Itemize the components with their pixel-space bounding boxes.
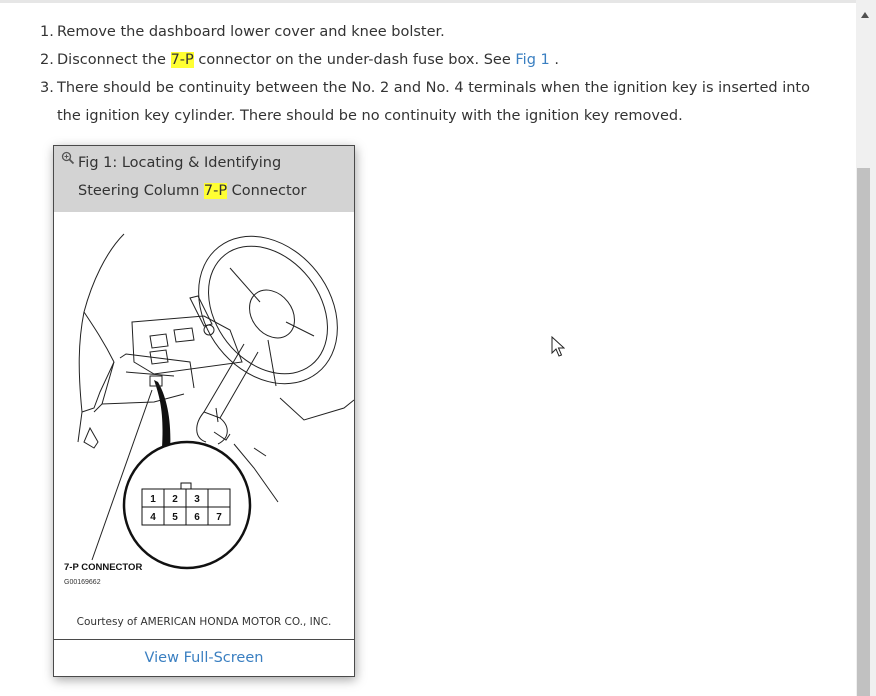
step-2: 2. Disconnect the 7-P connector on the u… [40,46,817,74]
step-1: 1. Remove the dashboard lower cover and … [40,18,817,46]
scrollbar-thumb[interactable] [857,168,870,696]
step-text: connector on the under-dash fuse box. Se… [193,52,516,68]
step-number: 1. [40,24,54,40]
pin-label: 1 [150,494,156,505]
pin-label: 5 [172,512,178,523]
image-code: G00169662 [64,579,101,586]
pin-label: 4 [150,512,156,523]
figure-title: Fig 1: Locating & Identifying Steering C… [78,149,338,205]
steering-column-diagram[interactable]: 1 2 3 4 5 6 7 7-P CONNECTOR G00169662 [54,212,354,608]
figure-header: Fig 1: Locating & Identifying Steering C… [54,146,354,212]
search-highlight: 7-P [170,52,194,68]
figure-courtesy: Courtesy of AMERICAN HONDA MOTOR CO., IN… [76,616,332,628]
step-number: 2. [40,52,54,68]
view-full-screen-button[interactable]: View Full-Screen [54,640,354,676]
fig-1-link[interactable]: Fig 1 [515,52,549,68]
connector-label: 7-P CONNECTOR [64,562,142,573]
step-text: Disconnect the [57,52,171,68]
step-number: 3. [40,80,54,96]
step-text: Remove the dashboard lower cover and kne… [57,24,445,40]
figure-title-text: Connector [227,183,307,199]
article-content: 1. Remove the dashboard lower cover and … [0,0,856,696]
step-text: There should be continuity between the N… [57,80,810,124]
procedure-steps: 1. Remove the dashboard lower cover and … [40,18,817,130]
pin-label: 6 [194,512,200,523]
pin-label: 7 [216,512,222,523]
step-text: . [549,52,559,68]
mouse-pointer-icon [551,336,565,357]
pin-label: 3 [194,494,200,505]
zoom-in-icon[interactable] [61,151,75,165]
figure-card: Fig 1: Locating & Identifying Steering C… [53,145,355,677]
pin-label: 2 [172,494,178,505]
search-highlight: 7-P [203,183,228,199]
step-3: 3. There should be continuity between th… [40,74,817,130]
vertical-scrollbar[interactable] [856,0,876,696]
scroll-up-arrow-icon[interactable] [861,12,869,18]
